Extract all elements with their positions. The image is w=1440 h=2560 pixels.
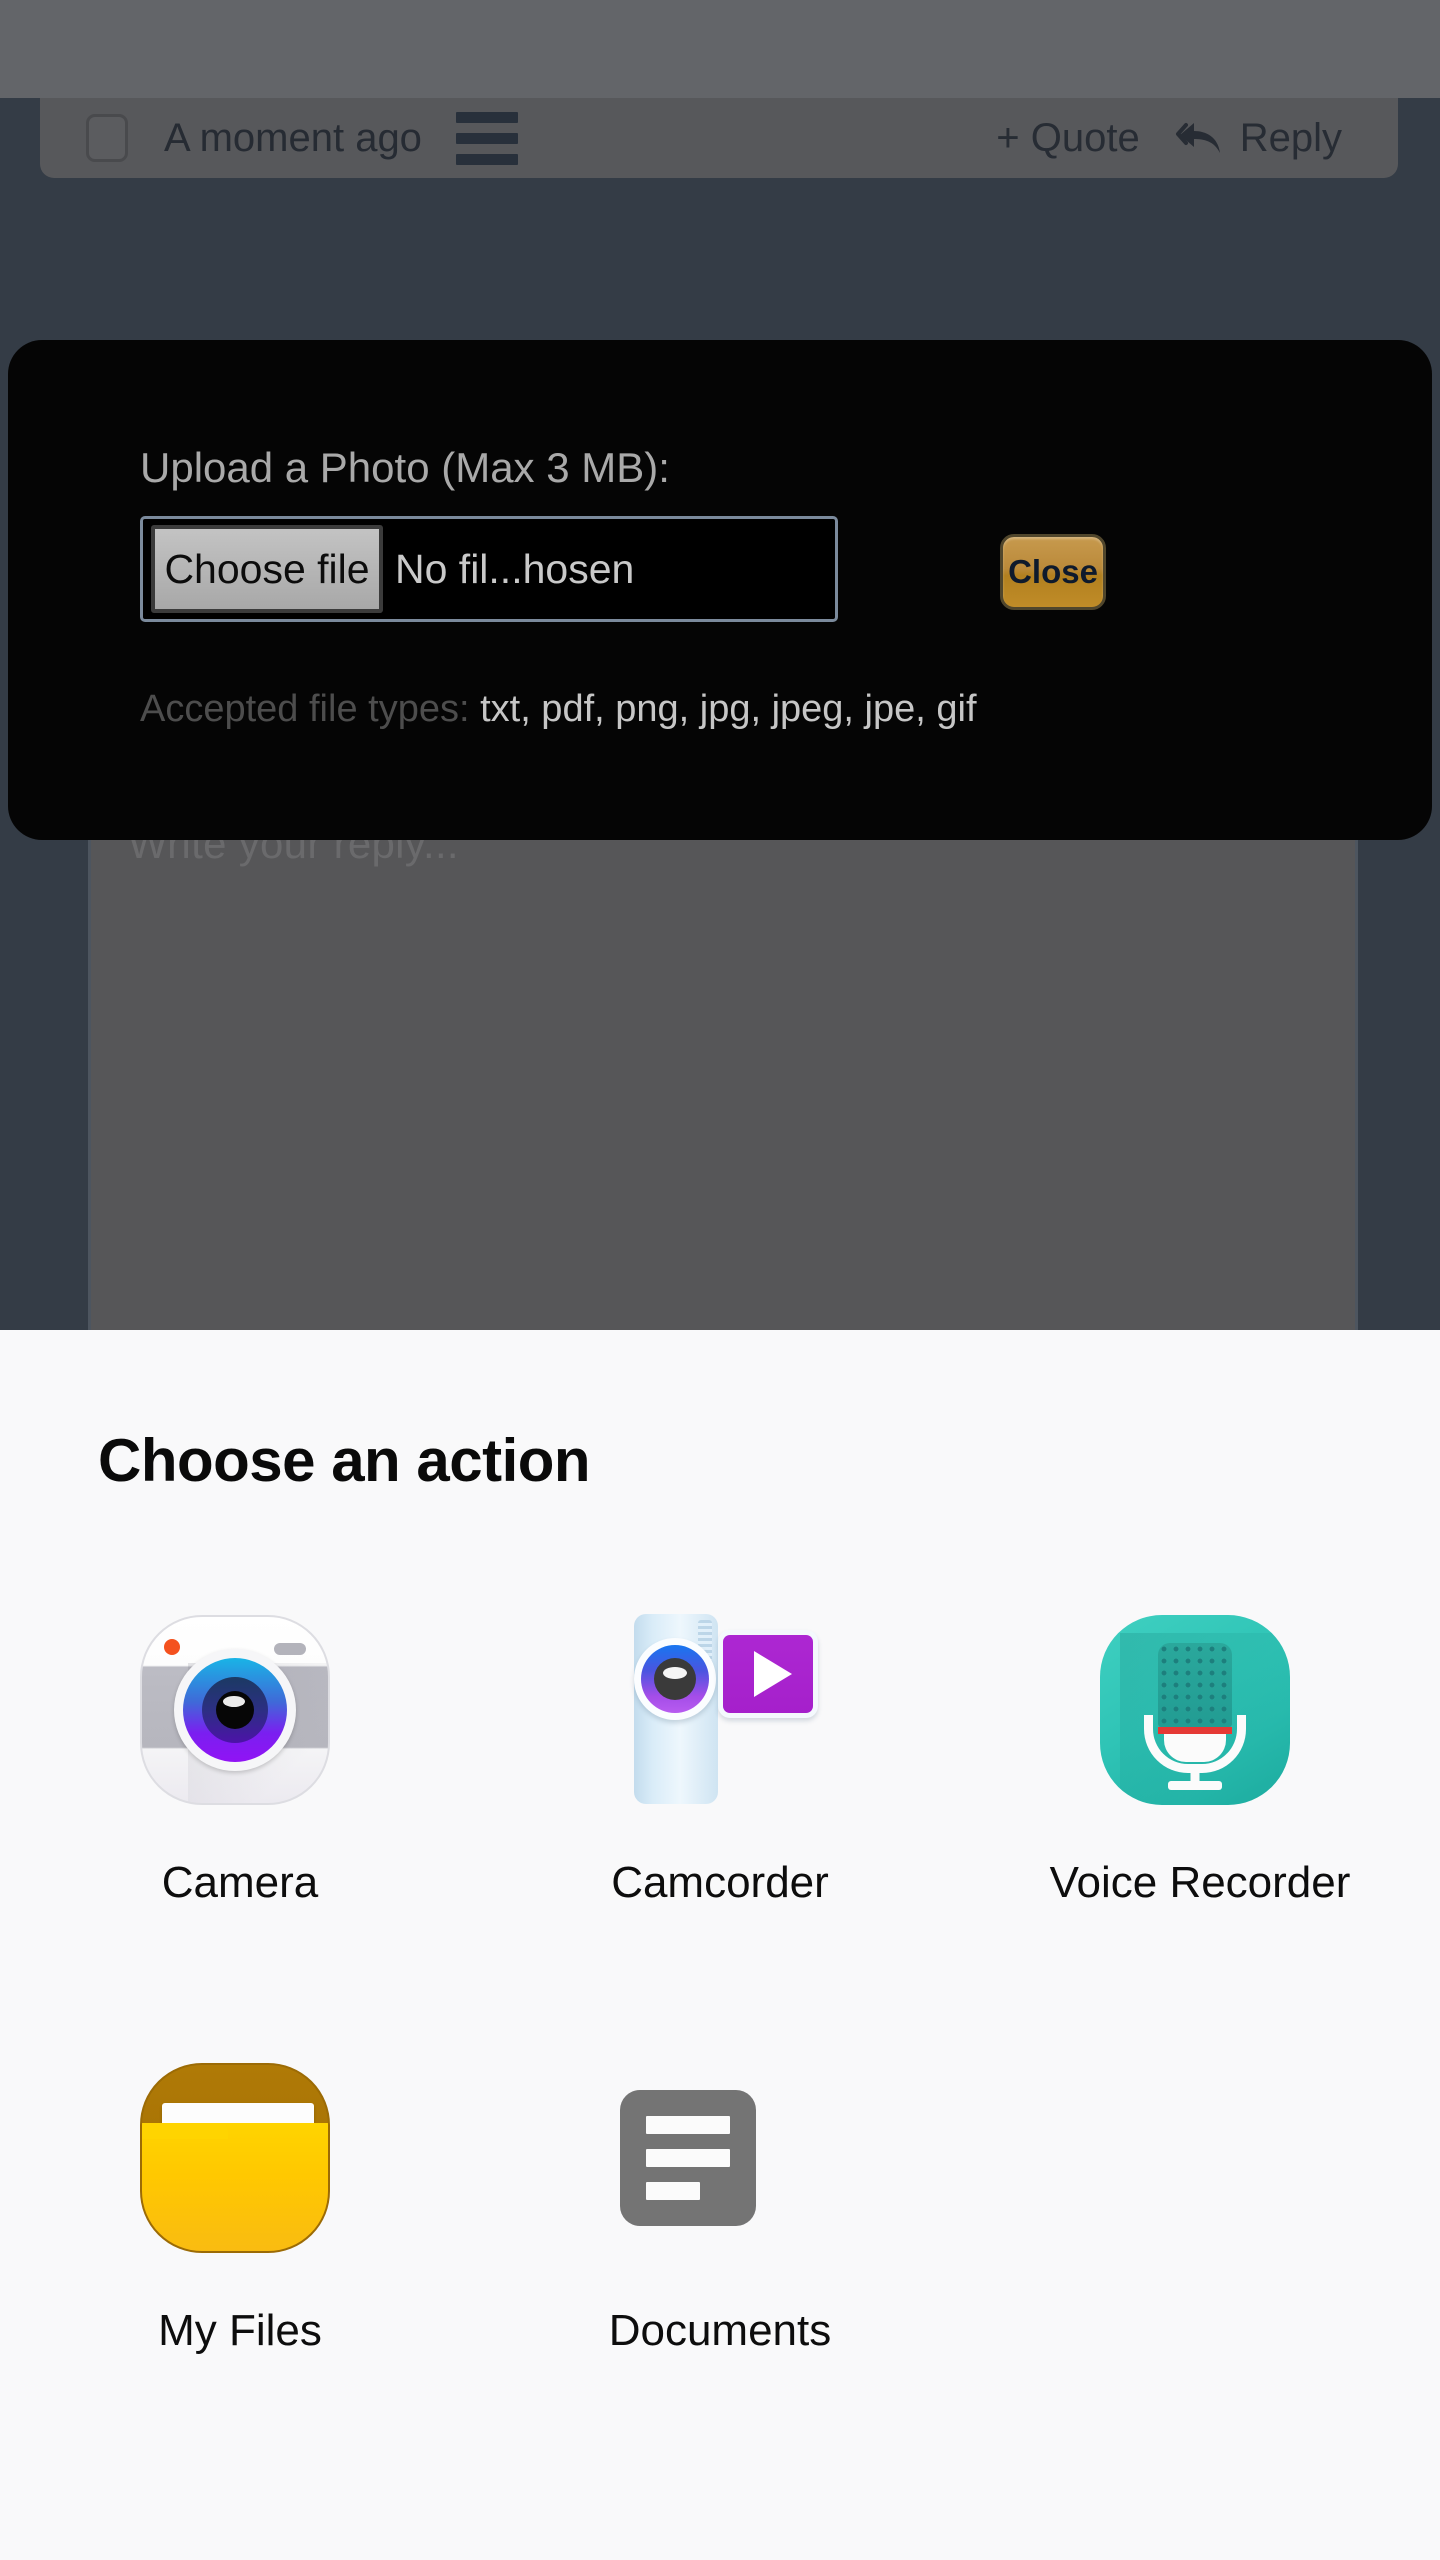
reply-arrow-icon bbox=[1174, 117, 1226, 159]
action-label-camcorder: Camcorder bbox=[611, 1858, 829, 1907]
camera-icon bbox=[140, 1610, 340, 1810]
action-item-voice-recorder[interactable]: Voice Recorder bbox=[960, 1610, 1440, 1908]
action-item-documents[interactable]: Documents bbox=[480, 2058, 960, 2356]
camcorder-icon bbox=[620, 1610, 820, 1810]
file-upload-input[interactable]: Choose file No fil...hosen bbox=[140, 516, 838, 622]
action-label-documents: Documents bbox=[608, 2306, 832, 2355]
action-grid-row: Camera Camcorder Voice Recorder bbox=[0, 1610, 1440, 1908]
quote-button[interactable]: + Quote bbox=[996, 116, 1139, 161]
action-item-empty bbox=[960, 2058, 1440, 2356]
accepted-types-list: txt, pdf, png, jpg, jpeg, jpe, gif bbox=[480, 688, 977, 730]
reply-editor[interactable] bbox=[88, 790, 1358, 1335]
close-button[interactable]: Close bbox=[1000, 534, 1106, 610]
voice-recorder-icon bbox=[1100, 1610, 1300, 1810]
sheet-title: Choose an action bbox=[98, 1427, 591, 1494]
status-bar-strip bbox=[0, 0, 1440, 98]
action-label-camera: Camera bbox=[161, 1858, 319, 1907]
accepted-file-types: Accepted file types: txt, pdf, png, jpg,… bbox=[140, 688, 977, 731]
reply-label: Reply bbox=[1239, 115, 1342, 160]
camera-flash-strip bbox=[274, 1643, 306, 1655]
screen-root: A moment ago + Quote Reply Write your re… bbox=[0, 0, 1440, 2560]
documents-icon bbox=[620, 2058, 820, 2258]
action-item-my-files[interactable]: My Files bbox=[0, 2058, 480, 2356]
post-select-checkbox[interactable] bbox=[86, 114, 128, 162]
accepted-types-lead: Accepted file types: bbox=[140, 688, 470, 730]
action-item-camera[interactable]: Camera bbox=[0, 1610, 480, 1908]
reply-button[interactable]: Reply bbox=[1174, 116, 1342, 161]
folder-icon bbox=[140, 2058, 340, 2258]
selected-file-name: No fil...hosen bbox=[395, 545, 635, 592]
action-grid: Camera Camcorder Voice Recorder My Files… bbox=[0, 1610, 1440, 2356]
action-grid-row: My Files Documents bbox=[0, 2058, 1440, 2356]
action-label-voice-recorder: Voice Recorder bbox=[1049, 1858, 1351, 1907]
post-actions: + Quote Reply bbox=[996, 116, 1342, 161]
hamburger-icon[interactable] bbox=[455, 111, 518, 165]
post-timestamp: A moment ago bbox=[164, 115, 422, 160]
action-item-camcorder[interactable]: Camcorder bbox=[480, 1610, 960, 1908]
upload-photo-label: Upload a Photo (Max 3 MB): bbox=[140, 444, 670, 491]
action-label-my-files: My Files bbox=[158, 2306, 322, 2355]
choose-file-button[interactable]: Choose file bbox=[151, 525, 383, 613]
post-meta-bar: A moment ago + Quote Reply bbox=[40, 98, 1398, 178]
camera-indicator-dot bbox=[164, 1639, 180, 1655]
